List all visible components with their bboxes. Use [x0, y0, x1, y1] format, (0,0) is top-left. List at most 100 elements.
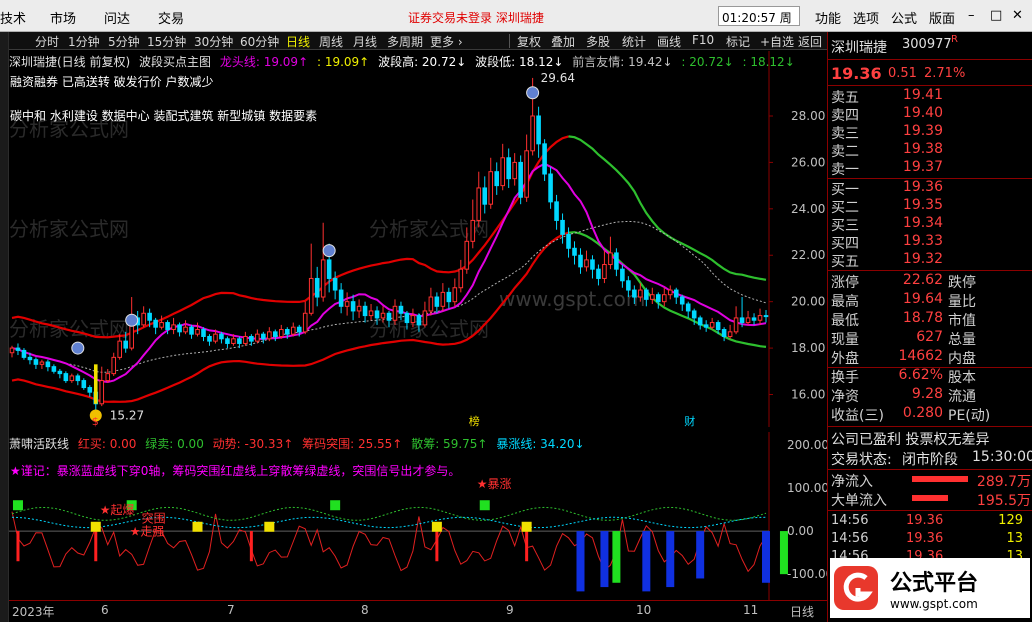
candle-body — [374, 310, 380, 319]
wave-low-value: 波段低: 18.12↓ — [475, 55, 564, 69]
menu-market[interactable]: 市场 — [50, 8, 76, 27]
watermark: 分析家公式网 — [9, 217, 129, 241]
tool-mark[interactable]: 标记 — [726, 33, 750, 50]
level-price: 19.32 — [902, 251, 943, 267]
menu-formula[interactable]: 公式 — [891, 8, 917, 27]
tool-overlay[interactable]: 叠加 — [551, 33, 575, 50]
sell-bar — [612, 531, 621, 583]
tick-price: 19.36 — [906, 513, 944, 528]
stat-label: 净资 — [831, 389, 859, 405]
minimize-button[interactable]: – — [968, 8, 975, 23]
signal-label: ★暴涨 — [477, 476, 512, 491]
candle-body — [368, 310, 374, 317]
candle-body — [524, 150, 529, 198]
max-price-label: 29.64 — [541, 71, 575, 85]
period-daily[interactable]: 日线 — [286, 33, 310, 50]
tool-add-watch[interactable]: +自选 — [760, 33, 794, 50]
menu-layout[interactable]: 版面 — [929, 8, 955, 27]
y-tick-label: 20.00 — [791, 295, 825, 309]
prev-value: 前言友情: 19.42↓ — [572, 55, 673, 69]
stat-value: 627 — [916, 329, 943, 345]
candle-body — [302, 312, 308, 333]
level-price: 19.37 — [902, 159, 943, 175]
menu-wenda[interactable]: 问达 — [104, 8, 130, 27]
tool-draw[interactable]: 画线 — [657, 33, 681, 50]
tick-volume: 13 — [1006, 531, 1023, 546]
time-period-label[interactable]: 日线 — [790, 603, 814, 620]
tool-adjust[interactable]: 复权 — [517, 33, 541, 50]
period-timeshare[interactable]: 分时 — [35, 33, 59, 50]
candle-body — [159, 322, 164, 328]
stat-label-2: 流通 — [948, 389, 976, 405]
candle-body — [153, 319, 158, 328]
period-toolbar: 分时 1分钟 5分钟 15分钟 30分钟 60分钟 日线 周线 月线 多周期 更… — [9, 32, 827, 50]
candle-body — [530, 115, 535, 152]
sell-bar — [696, 531, 705, 579]
sad-face-icon — [125, 313, 139, 327]
period-multi[interactable]: 多周期 — [387, 33, 423, 50]
login-warning: 证券交易未登录 深圳瑞捷 — [408, 11, 544, 25]
level-label: 卖二 — [831, 144, 859, 160]
stat-row: 换手 6.62% 股本 — [828, 367, 1032, 386]
left-tool-strip[interactable] — [0, 32, 9, 622]
period-1min[interactable]: 1分钟 — [68, 33, 100, 50]
candle-body — [673, 289, 679, 298]
stat-row: 收益(三) 0.280 PE(动) — [828, 405, 1032, 424]
period-60min[interactable]: 60分钟 — [240, 33, 279, 50]
tool-f10[interactable]: F10 — [692, 33, 714, 47]
period-more[interactable]: 更多 › — [430, 33, 463, 50]
margin-mark: R — [951, 34, 958, 45]
candle-body — [320, 259, 326, 298]
stat-value: 19.64 — [902, 291, 943, 307]
bigflow-row: 大单流入 195.5万 — [828, 490, 1032, 509]
candle-body — [638, 289, 643, 298]
ask-row: 卖五 19.41 — [828, 87, 1032, 106]
candle-body — [33, 359, 39, 365]
app-window: { "menu":{"items":["技术","市场","问达","交易"],… — [0, 0, 1032, 622]
signal-label: ★走强 — [130, 524, 165, 538]
event-mark: 财 — [684, 414, 695, 427]
stat-label: 现量 — [831, 332, 859, 348]
candle-body — [386, 312, 392, 321]
candle-body — [554, 201, 559, 221]
green-signal-square — [12, 500, 23, 511]
bigflow-bar — [912, 495, 948, 501]
candle-body — [763, 315, 769, 318]
indicator-chart[interactable]: 200.00 100.00 0.00 -100.00 ★起爆 ★走强突围 ★暴涨 — [9, 432, 827, 600]
brand-logo: 公式平台 www.gspt.com — [830, 558, 1030, 618]
chart-indicator-name[interactable]: 波段买点主图 — [139, 53, 211, 70]
candle-body — [392, 305, 398, 321]
close-button[interactable]: ✕ — [1012, 8, 1023, 23]
highlight-candle — [93, 364, 98, 404]
candle-body — [410, 315, 416, 324]
menu-options[interactable]: 选项 — [853, 8, 879, 27]
candle-body — [356, 305, 362, 312]
stat-row: 净资 9.28 流通 — [828, 386, 1032, 405]
tick-time: 14:56 — [831, 531, 869, 546]
y-tick-label: 22.00 — [791, 248, 825, 262]
menu-function[interactable]: 功能 — [815, 8, 841, 27]
tool-back[interactable]: 返回 — [798, 33, 822, 50]
maximize-button[interactable]: □ — [990, 8, 1002, 23]
tool-multi-stock[interactable]: 多股 — [586, 33, 610, 50]
menu-tech[interactable]: 技术 — [0, 8, 26, 27]
time-label-7: 7 — [227, 603, 235, 617]
period-5min[interactable]: 5分钟 — [108, 33, 140, 50]
yellow-signal-square — [521, 521, 532, 532]
period-monthly[interactable]: 月线 — [353, 33, 377, 50]
period-30min[interactable]: 30分钟 — [194, 33, 233, 50]
stat-row: 最低 18.78 市值 — [828, 310, 1032, 329]
sell-bar — [600, 531, 609, 588]
divider — [828, 510, 1032, 511]
period-15min[interactable]: 15分钟 — [147, 33, 186, 50]
tool-stats[interactable]: 统计 — [622, 33, 646, 50]
menu-trade[interactable]: 交易 — [158, 8, 184, 27]
stat-value: 22.62 — [902, 272, 943, 288]
netflow-row: 净流入 289.7万 — [828, 471, 1032, 490]
period-weekly[interactable]: 周线 — [319, 33, 343, 50]
stock-tags: 融资融券 已高送转 破发行价 户数减少 — [10, 75, 214, 89]
candle-body — [721, 329, 727, 337]
indicator-note: ★谨记：暴涨蓝虚线下穿0轴，筹码突围红虚线上穿散筹绿虚线，突围信号出才参与。 — [10, 464, 461, 478]
candle-body — [626, 280, 631, 291]
indicator-title[interactable]: 萧啸活跃线 — [9, 435, 69, 452]
